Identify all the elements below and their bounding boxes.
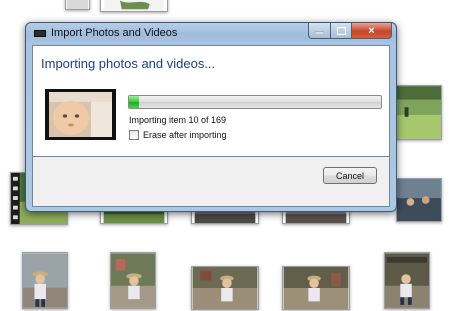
background-photo xyxy=(100,0,168,12)
dialog-title: Import Photos and Videos xyxy=(51,27,178,39)
cancel-button[interactable]: Cancel xyxy=(323,167,377,184)
progress-fill xyxy=(129,96,140,108)
erase-option[interactable]: Erase after importing xyxy=(129,130,227,140)
caption-buttons: × xyxy=(308,23,392,39)
background-photo xyxy=(191,266,259,310)
maximize-button[interactable] xyxy=(331,23,352,39)
background-photo xyxy=(384,252,430,309)
maximize-icon xyxy=(336,26,346,35)
current-item-thumbnail xyxy=(45,89,116,140)
close-button[interactable]: × xyxy=(352,23,392,39)
dialog-footer: Cancel xyxy=(32,157,390,207)
minimize-button[interactable] xyxy=(308,23,331,39)
dialog-heading: Importing photos and videos... xyxy=(41,56,216,71)
dialog-content: Importing photos and videos... Importing… xyxy=(32,45,390,157)
background-photo xyxy=(396,85,442,140)
import-status-text: Importing item 10 of 169 xyxy=(129,115,227,125)
import-progress-bar xyxy=(128,95,382,109)
import-dialog: Import Photos and Videos × Importing pho… xyxy=(25,22,397,212)
erase-after-importing-checkbox[interactable] xyxy=(129,130,139,140)
import-app-icon xyxy=(34,30,46,37)
close-icon: × xyxy=(368,24,375,37)
background-photo xyxy=(282,266,350,310)
dialog-titlebar[interactable]: Import Photos and Videos × xyxy=(32,23,392,45)
background-photo xyxy=(65,0,90,10)
erase-after-importing-label: Erase after importing xyxy=(143,130,227,140)
minimize-icon xyxy=(315,31,324,34)
baby-photo-image xyxy=(49,92,112,137)
background-photo xyxy=(22,252,68,309)
background-photo xyxy=(110,252,156,309)
background-photo xyxy=(396,178,442,222)
